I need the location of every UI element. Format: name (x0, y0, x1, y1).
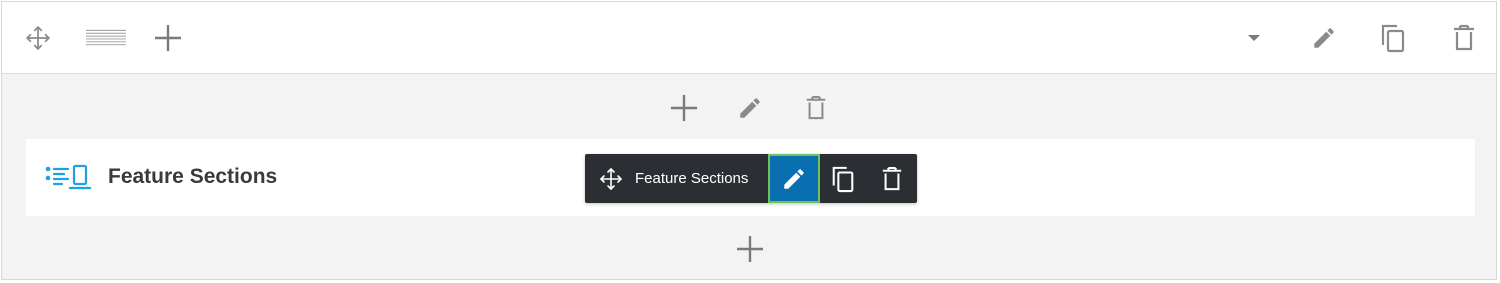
row-move-button[interactable] (18, 18, 58, 58)
move-icon (600, 168, 622, 190)
duplicate-icon (832, 166, 854, 193)
module-edit-button[interactable] (768, 154, 820, 203)
column-edit-button[interactable] (730, 88, 770, 128)
delete-icon (1454, 24, 1474, 51)
module-move-button[interactable] (591, 159, 631, 199)
feature-sections-icon (44, 164, 92, 197)
module-title: Feature Sections (108, 165, 278, 188)
edit-icon (1314, 28, 1334, 48)
row-dropdown-button[interactable] (1234, 18, 1274, 58)
delete-icon (806, 95, 826, 120)
row-delete-button[interactable] (1444, 18, 1484, 58)
module-duplicate-button[interactable] (823, 159, 863, 199)
duplicate-icon (1381, 24, 1405, 53)
edit-icon (740, 98, 760, 118)
add-module-button[interactable] (730, 229, 770, 269)
delete-icon (882, 166, 902, 191)
edit-icon (784, 168, 804, 189)
column-add-button[interactable] (664, 88, 704, 128)
row-duplicate-button[interactable] (1373, 18, 1413, 58)
add-module-icon (737, 236, 763, 262)
row-add-button[interactable] (148, 18, 188, 58)
module-delete-button[interactable] (872, 159, 912, 199)
row-edit-button[interactable] (1304, 18, 1344, 58)
add-icon (155, 25, 181, 51)
module-toolbar-label: Feature Sections (635, 170, 749, 187)
layout-icon (86, 29, 126, 46)
add-icon (671, 95, 697, 121)
module-toolbar: Feature Sections (585, 154, 917, 203)
column-delete-button[interactable] (796, 88, 836, 128)
row-layout-button[interactable] (86, 18, 126, 58)
dropdown-caret-icon (1248, 35, 1260, 41)
row-container: Feature Sections Feature Sections (1, 1, 1497, 280)
row-toolbar (2, 2, 1496, 74)
move-icon (26, 26, 50, 50)
